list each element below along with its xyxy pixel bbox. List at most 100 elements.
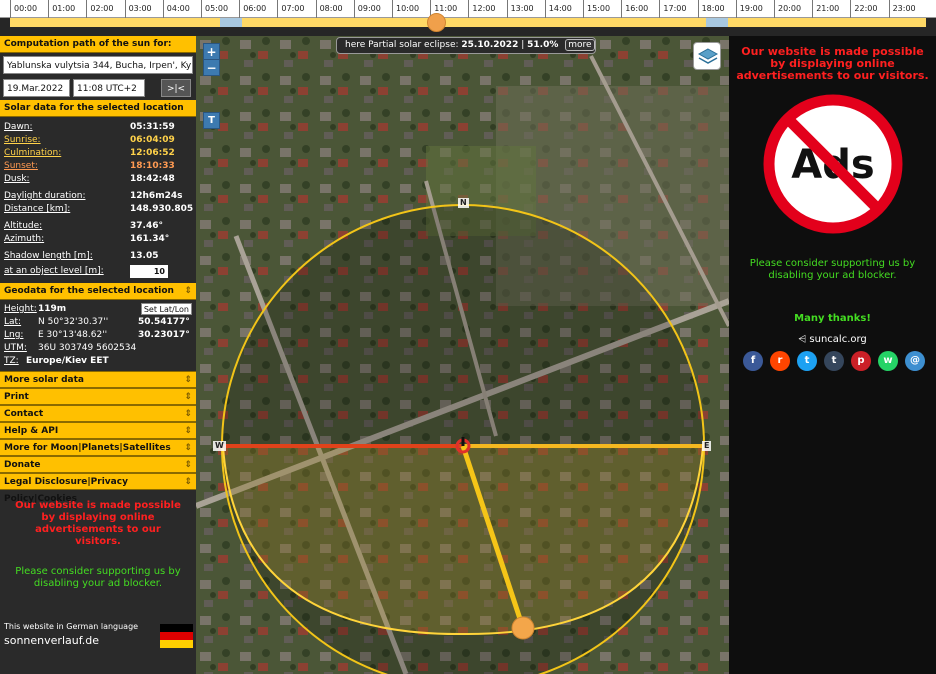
hour-label[interactable]: 22:00 (850, 0, 888, 18)
hour-label[interactable]: 06:00 (239, 0, 277, 18)
menu-item[interactable]: More for Moon|Planets|Satellites ⇕ (0, 439, 196, 456)
compass-west: W (213, 441, 226, 451)
zoom-in-button[interactable]: + (203, 43, 220, 60)
computation-header: Computation path of the sun for: (0, 36, 196, 53)
menu-item[interactable]: Donate ⇕ (0, 456, 196, 473)
hour-label[interactable]: 08:00 (315, 0, 354, 18)
altitude-label[interactable]: Altitude: (4, 220, 42, 233)
menu-item[interactable]: Legal Disclosure|Privacy Policy|Cookies ⇕ (0, 473, 196, 504)
email-icon[interactable]: @ (905, 351, 925, 371)
hour-scale[interactable]: 00:00 01:00 02:00 03:00 04:00 05:00 06:00 07:00… (0, 0, 936, 18)
geodata-header[interactable]: Geodata for the selected location ⇕ (0, 283, 196, 300)
hour-label[interactable]: 13:00 (506, 0, 545, 18)
height-label: Height: (4, 304, 37, 314)
solar-row: Sunset: 18:10:33 (4, 160, 192, 173)
hour-label[interactable]: 15:00 (583, 0, 621, 18)
menu-item-label: Donate (4, 460, 41, 470)
hour-label[interactable]: 00:00 (10, 0, 48, 18)
layers-button[interactable] (693, 42, 721, 70)
address-input[interactable]: Yablunska vulytsia 344, Bucha, Irpen', K… (3, 56, 193, 74)
date-input[interactable]: 19.Mar.2022 (3, 79, 70, 97)
expand-icon[interactable]: ⇕ (184, 457, 192, 474)
level-label[interactable]: at an object level [m]: (4, 265, 104, 278)
t-button[interactable]: T (203, 112, 220, 129)
evening-twilight (706, 18, 728, 27)
menu-item[interactable]: Contact ⇕ (0, 405, 196, 422)
hour-label[interactable]: 21:00 (812, 0, 850, 18)
hour-label[interactable]: 16:00 (621, 0, 659, 18)
set-latlon-button[interactable]: Set Lat/Lon (140, 303, 192, 315)
daylight-track[interactable] (10, 18, 926, 27)
german-site-note: This website in German language (4, 622, 139, 631)
twitter-icon[interactable]: t (797, 351, 817, 371)
expand-icon[interactable]: ⇕ (184, 440, 192, 457)
suncalc-app: 00:00 01:00 02:00 03:00 04:00 05:00 06:00 07:00… (0, 0, 936, 674)
hour-label[interactable]: 18:00 (697, 0, 736, 18)
hour-label[interactable]: 10:00 (392, 0, 430, 18)
height-value: 119m (38, 304, 67, 314)
hour-label[interactable]: 01:00 (48, 0, 86, 18)
eclipse-more-button[interactable]: more (565, 39, 595, 51)
solar-row: Dusk: 18:42:48 (4, 173, 192, 186)
lat-decimal: 50.54177° (138, 317, 190, 327)
time-slider-knob[interactable] (426, 13, 446, 32)
now-button[interactable]: >|< (161, 79, 191, 97)
solar-row-label[interactable]: Culmination: (4, 147, 61, 160)
solar-row-value: 12:06:52 (130, 148, 175, 158)
compass-north: N (458, 198, 469, 208)
german-site-link[interactable]: sonnenverlauf.de (4, 634, 99, 647)
hour-label[interactable]: 05:00 (201, 0, 239, 18)
left-panel: Computation path of the sun for: Yabluns… (0, 36, 196, 674)
solar-row-label[interactable]: Sunset: (4, 160, 38, 173)
collapse-icon[interactable]: ⇕ (184, 283, 192, 300)
map-canvas[interactable] (196, 36, 729, 674)
time-input[interactable]: 11:08 UTC+2 (73, 79, 145, 97)
facebook-icon[interactable]: f (743, 351, 763, 371)
hour-label[interactable]: 03:00 (124, 0, 163, 18)
menu-item[interactable]: Help & API ⇕ (0, 422, 196, 439)
azimuth-value: 161.34° (130, 234, 170, 244)
sun-position-marker[interactable] (511, 616, 535, 640)
expand-icon[interactable]: ⇕ (184, 406, 192, 423)
expand-icon[interactable]: ⇕ (184, 474, 192, 491)
hour-label[interactable]: 12:00 (468, 0, 506, 18)
hour-label[interactable]: 20:00 (774, 0, 812, 18)
shadow-value: 13.05 (130, 251, 159, 261)
expand-icon[interactable]: ⇕ (184, 423, 192, 440)
hour-label[interactable]: 04:00 (162, 0, 201, 18)
expand-icon[interactable]: ⇕ (184, 389, 192, 406)
hour-label[interactable]: 23:00 (888, 0, 927, 18)
time-slider[interactable]: 00:00 01:00 02:00 03:00 04:00 05:00 06:00 07:00… (0, 0, 936, 36)
object-level-input[interactable]: 10 (130, 265, 168, 278)
hour-label[interactable]: 17:00 (659, 0, 697, 18)
pinterest-icon[interactable]: p (851, 351, 871, 371)
reddit-icon[interactable]: r (770, 351, 790, 371)
daylight-value: 12h6m24s (130, 191, 183, 201)
whatsapp-icon[interactable]: w (878, 351, 898, 371)
menu-item[interactable]: Print ⇕ (0, 388, 196, 405)
site-name: suncalc.org (809, 334, 867, 345)
azimuth-label[interactable]: Azimuth: (4, 233, 44, 246)
hour-label[interactable]: 19:00 (735, 0, 774, 18)
tumblr-icon[interactable]: t (824, 351, 844, 371)
solar-row: Sunrise: 06:04:09 (4, 134, 192, 147)
menu-item[interactable]: More solar data ⇕ (0, 371, 196, 388)
german-flag-icon[interactable] (160, 624, 193, 648)
solar-row-label[interactable]: Sunrise: (4, 134, 41, 147)
distance-label[interactable]: Distance [km]: (4, 203, 70, 216)
hour-label[interactable]: 09:00 (353, 0, 392, 18)
share-link[interactable]: ⩤ suncalc.org (729, 334, 936, 345)
expand-icon[interactable]: ⇕ (184, 372, 192, 389)
satellite-map[interactable]: + − T here Partial solar eclipse: 25.10.… (196, 36, 729, 674)
hour-label[interactable]: 07:00 (277, 0, 315, 18)
hour-label[interactable]: 14:00 (544, 0, 583, 18)
solar-row-label[interactable]: Dusk: (4, 173, 30, 186)
shadow-label[interactable]: Shadow length [m]: (4, 250, 93, 263)
utm-label: UTM: (4, 343, 27, 353)
daylight-label[interactable]: Daylight duration: (4, 190, 85, 203)
menu-item-label: Help & API (4, 426, 59, 436)
solar-row-label[interactable]: Dawn: (4, 121, 33, 134)
zoom-out-button[interactable]: − (203, 59, 220, 76)
hour-label[interactable]: 02:00 (86, 0, 124, 18)
social-buttons: f r t t p w @ (743, 351, 925, 371)
